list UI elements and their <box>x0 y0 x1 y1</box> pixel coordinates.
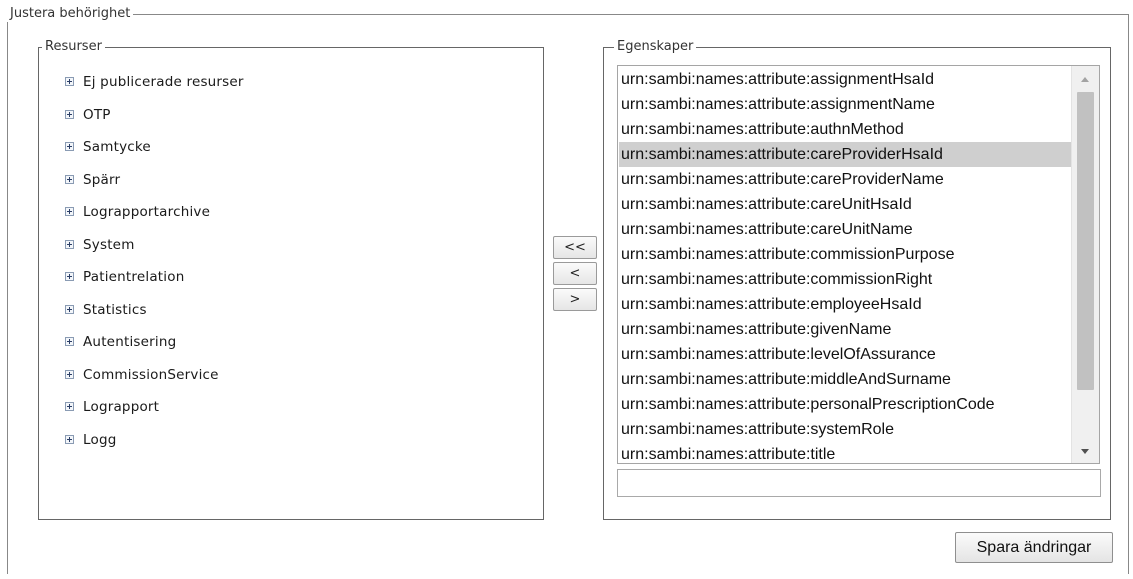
tree-item[interactable]: Lograpportarchive <box>65 203 244 236</box>
expand-plus-icon[interactable] <box>65 109 74 119</box>
list-option[interactable]: urn:sambi:names:attribute:careUnitHsaId <box>619 192 1072 217</box>
expand-plus-icon[interactable] <box>65 174 74 184</box>
tree-item-label: OTP <box>83 106 111 123</box>
list-option[interactable]: urn:sambi:names:attribute:careUnitName <box>619 217 1072 242</box>
tree-item[interactable]: Statistics <box>65 301 244 334</box>
expand-plus-icon[interactable] <box>65 77 74 86</box>
properties-scrollbar[interactable] <box>1071 66 1099 463</box>
tree-item[interactable]: CommissionService <box>65 366 244 399</box>
adjust-permissions-title: Justera behörighet <box>7 6 134 22</box>
tree-item[interactable]: Lograpport <box>65 398 244 431</box>
expand-plus-icon[interactable] <box>65 337 74 346</box>
tree-item-label: Statistics <box>83 301 147 318</box>
expand-plus-icon[interactable] <box>65 142 74 151</box>
tree-item-label: Lograpport <box>83 399 160 415</box>
save-changes-button[interactable]: Spara ändringar <box>955 532 1113 563</box>
resource-tree: Ej publicerade resurser OTP Samtycke Spärr L… <box>65 73 244 463</box>
expand-plus-icon[interactable] <box>65 434 74 444</box>
list-option[interactable]: urn:sambi:names:attribute:careProviderHs… <box>619 142 1072 167</box>
tree-item-label: Ej publicerade resurser <box>83 74 244 90</box>
tree-item-label: Logg <box>83 431 117 448</box>
list-option[interactable]: urn:sambi:names:attribute:givenName <box>619 317 1072 342</box>
list-option[interactable]: urn:sambi:names:attribute:careProviderNa… <box>619 167 1072 192</box>
tree-item[interactable]: System <box>65 236 244 269</box>
expand-plus-icon[interactable] <box>65 369 74 379</box>
list-option[interactable]: urn:sambi:names:attribute:commissionRigh… <box>619 267 1072 292</box>
move-left-button[interactable]: < <box>553 262 597 285</box>
tree-item-label: Patientrelation <box>83 269 185 285</box>
list-option[interactable]: urn:sambi:names:attribute:personalPrescr… <box>619 392 1072 417</box>
list-option[interactable]: urn:sambi:names:attribute:assignmentName <box>619 92 1072 117</box>
tree-item[interactable]: Logg <box>65 431 244 464</box>
expand-plus-icon[interactable] <box>65 207 74 216</box>
properties-title: Egenskaper <box>614 39 697 55</box>
tree-item-label: Autentisering <box>83 334 177 350</box>
move-all-left-button[interactable]: << <box>553 236 597 259</box>
list-option[interactable]: urn:sambi:names:attribute:authnMethod <box>619 117 1072 142</box>
scroll-down-arrow-icon[interactable] <box>1081 449 1089 454</box>
list-option[interactable]: urn:sambi:names:attribute:levelOfAssuran… <box>619 342 1072 367</box>
properties-options: urn:sambi:names:attribute:assignmentHsaI… <box>619 67 1072 463</box>
tree-item-label: Spärr <box>83 171 121 188</box>
list-option[interactable]: urn:sambi:names:attribute:middleAndSurna… <box>619 367 1072 392</box>
list-option[interactable]: urn:sambi:names:attribute:systemRole <box>619 417 1072 442</box>
scroll-up-arrow-icon[interactable] <box>1081 77 1089 82</box>
scrollbar-thumb[interactable] <box>1077 92 1094 390</box>
properties-listbox[interactable]: urn:sambi:names:attribute:assignmentHsaI… <box>617 65 1100 464</box>
expand-plus-icon[interactable] <box>65 272 74 281</box>
list-option[interactable]: urn:sambi:names:attribute:employeeHsaId <box>619 292 1072 317</box>
resources-title: Resurser <box>42 39 105 55</box>
tree-item[interactable]: Autentisering <box>65 333 244 366</box>
list-option[interactable]: urn:sambi:names:attribute:commissionPurp… <box>619 242 1072 267</box>
list-option[interactable]: urn:sambi:names:attribute:title <box>619 442 1072 463</box>
tree-item[interactable]: Samtycke <box>65 138 244 171</box>
list-option[interactable]: urn:sambi:names:attribute:assignmentHsaI… <box>619 67 1072 92</box>
tree-item-label: Samtycke <box>83 139 151 155</box>
tree-item-label: Lograpportarchive <box>83 204 211 220</box>
move-right-button[interactable]: > <box>553 288 597 311</box>
tree-item[interactable]: Ej publicerade resurser <box>65 73 244 106</box>
expand-plus-icon[interactable] <box>65 402 74 411</box>
tree-item-label: System <box>83 236 135 253</box>
tree-item[interactable]: OTP <box>65 106 244 139</box>
tree-item[interactable]: Spärr <box>65 171 244 204</box>
move-buttons-group: << < > <box>553 236 598 314</box>
expand-plus-icon[interactable] <box>65 239 74 249</box>
expand-plus-icon[interactable] <box>65 304 74 314</box>
tree-item[interactable]: Patientrelation <box>65 268 244 301</box>
property-input[interactable] <box>617 469 1101 497</box>
tree-item-label: CommissionService <box>83 366 219 383</box>
